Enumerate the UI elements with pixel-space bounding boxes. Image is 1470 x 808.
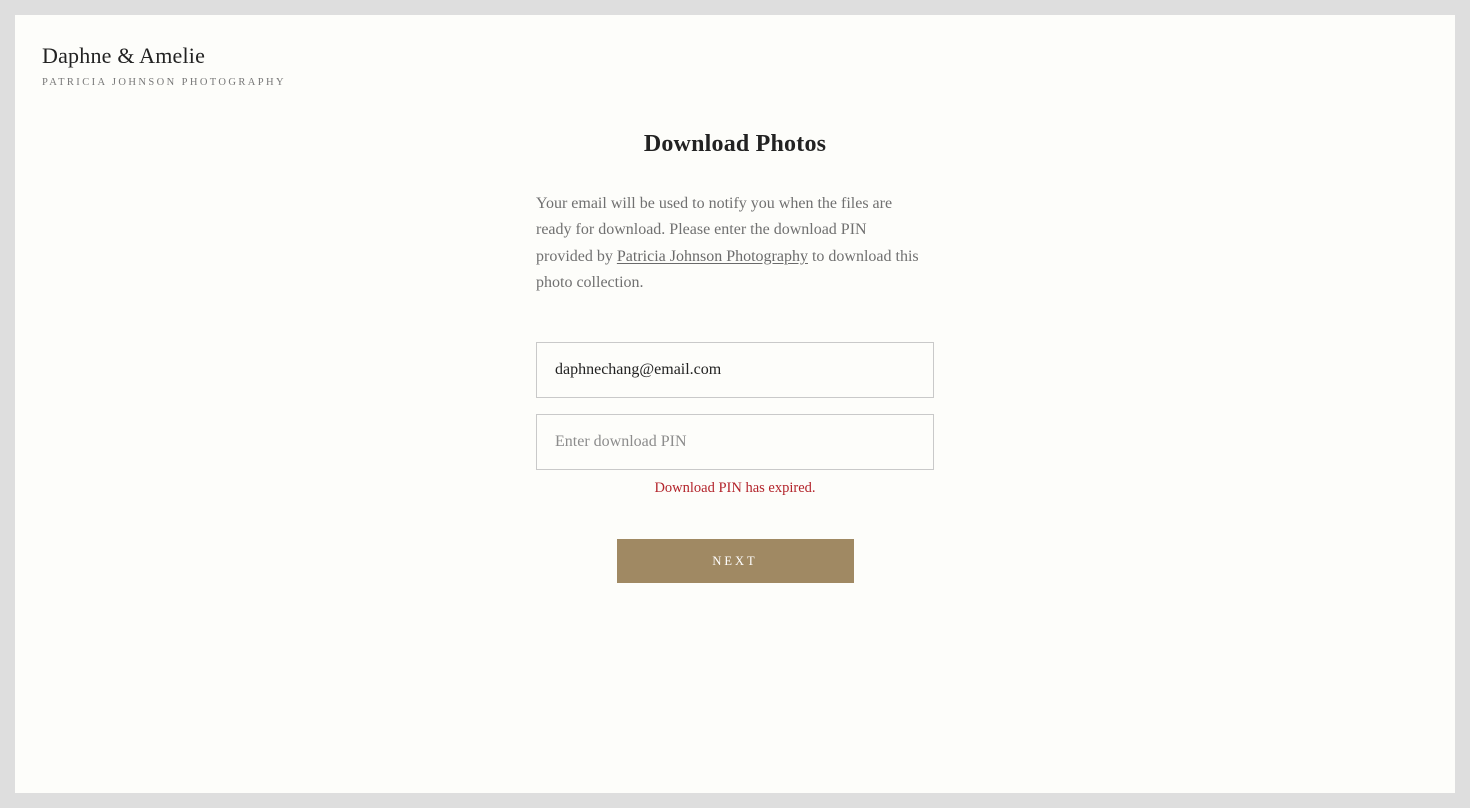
pin-field[interactable] bbox=[536, 414, 934, 471]
gallery-title[interactable]: Daphne & Amelie bbox=[42, 43, 286, 69]
email-field[interactable] bbox=[536, 342, 934, 399]
page-frame: Daphne & Amelie PATRICIA JOHNSON PHOTOGR… bbox=[15, 15, 1455, 793]
studio-name: PATRICIA JOHNSON PHOTOGRAPHY bbox=[42, 77, 286, 88]
page-title: Download Photos bbox=[643, 131, 827, 157]
photographer-link[interactable]: Patricia Johnson Photography bbox=[617, 248, 808, 265]
pin-error-message: Download PIN has expired. bbox=[654, 480, 816, 497]
download-form-panel: Download Photos Your email will be used … bbox=[536, 129, 934, 584]
intro-text: Your email will be used to notify you wh… bbox=[536, 191, 921, 296]
brand-header: Daphne & Amelie PATRICIA JOHNSON PHOTOGR… bbox=[42, 43, 286, 89]
next-button[interactable]: NEXT bbox=[616, 539, 854, 584]
